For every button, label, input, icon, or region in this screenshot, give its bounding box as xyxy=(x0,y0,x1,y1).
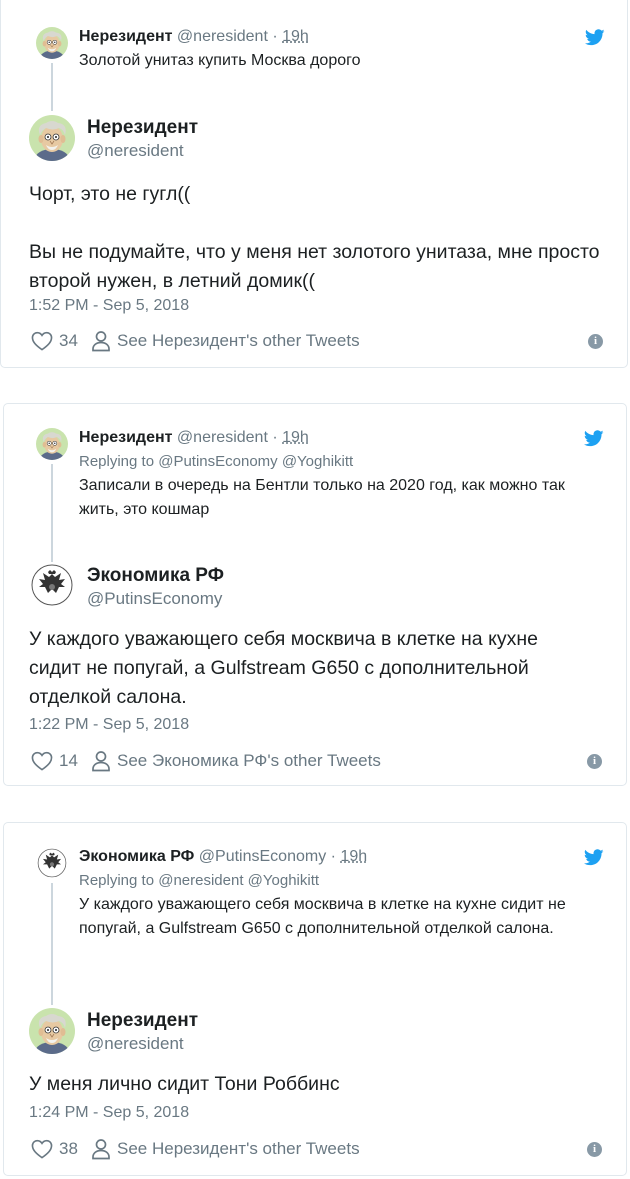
tweet-actions: 14 See Экономика РФ's other Tweets i xyxy=(29,749,602,773)
author-name[interactable]: Нерезидент xyxy=(87,1010,198,1032)
tweet-actions: 34 See Нерезидент's other Tweets i xyxy=(29,329,603,353)
author-name[interactable]: Нерезидент xyxy=(87,117,198,139)
like-count[interactable]: 38 xyxy=(59,1138,78,1160)
avatar[interactable] xyxy=(36,27,68,59)
person-icon[interactable] xyxy=(91,750,111,772)
tweet-actions: 38 See Нерезидент's other Tweets i xyxy=(29,1137,602,1161)
avatar[interactable] xyxy=(29,115,75,161)
author-handle[interactable]: @PutinsEconomy xyxy=(199,848,326,865)
parent-header: Нерезидент @neresident · 19h xyxy=(79,27,309,47)
tweet-text: Чорт, это не гугл(( Вы не подумайте, что… xyxy=(29,180,603,296)
parent-tweet-text: У каждого уважающего себя москвича в кле… xyxy=(79,896,566,937)
twitter-bird-icon[interactable] xyxy=(584,849,604,866)
tweet-timestamp[interactable]: 1:24 PM - Sep 5, 2018 xyxy=(29,1103,189,1123)
info-icon[interactable]: i xyxy=(588,334,603,349)
author-name[interactable]: Нерезидент xyxy=(79,429,172,446)
other-tweets-link[interactable]: See Экономика РФ's other Tweets xyxy=(117,750,381,772)
info-icon[interactable]: i xyxy=(587,754,602,769)
avatar-image xyxy=(36,847,68,879)
author-handle[interactable]: @neresident xyxy=(177,28,268,45)
author-handle[interactable]: @neresident xyxy=(87,1033,184,1055)
tweet-text-line: Вы не подумайте, что у меня нет золотого… xyxy=(29,241,600,292)
tweet-text: У каждого уважающего себя москвича в кле… xyxy=(29,628,538,708)
heart-icon[interactable] xyxy=(31,1139,53,1159)
parent-header: Нерезидент @neresident · 19h xyxy=(79,428,309,448)
other-tweets-link[interactable]: See Нерезидент's other Tweets xyxy=(117,1138,360,1160)
tweet-card: Нерезидент @neresident · 19h Золотой уни… xyxy=(0,0,628,368)
avatar-image xyxy=(29,562,75,608)
tweet-timestamp[interactable]: 1:52 PM - Sep 5, 2018 xyxy=(29,296,189,316)
tweet-text: У меня лично сидит Тони Роббинс xyxy=(29,1073,340,1095)
parent-tweet-text: Золотой унитаз купить Москва дорого xyxy=(79,52,361,69)
tweet-card: Нерезидент @neresident · 19h Replying to… xyxy=(3,403,627,786)
twitter-bird-icon[interactable] xyxy=(585,29,605,46)
parent-header: Экономика РФ @PutinsEconomy · 19h xyxy=(79,847,367,867)
avatar[interactable] xyxy=(29,562,75,608)
person-icon[interactable] xyxy=(91,1138,111,1160)
author-name[interactable]: Экономика РФ xyxy=(79,848,194,865)
tweet-timestamp[interactable]: 1:22 PM - Sep 5, 2018 xyxy=(29,715,189,735)
avatar-image xyxy=(36,27,68,59)
info-icon[interactable]: i xyxy=(587,1142,602,1157)
tweet-time[interactable]: 19h xyxy=(282,28,309,45)
author-handle[interactable]: @neresident xyxy=(177,429,268,446)
author-name[interactable]: Экономика РФ xyxy=(87,565,224,587)
avatar[interactable] xyxy=(29,1008,75,1054)
author-handle[interactable]: @neresident xyxy=(87,140,184,162)
heart-icon[interactable] xyxy=(31,331,53,351)
author-handle[interactable]: @PutinsEconomy xyxy=(87,588,222,610)
parent-tweet-text: Записали в очередь на Бентли только на 2… xyxy=(79,477,565,518)
thread-line xyxy=(51,464,53,562)
like-count[interactable]: 14 xyxy=(59,750,78,772)
replying-to[interactable]: Replying to @PutinsEconomy @Yoghikitt xyxy=(79,452,353,472)
author-name[interactable]: Нерезидент xyxy=(79,28,172,45)
avatar[interactable] xyxy=(36,428,68,460)
person-icon[interactable] xyxy=(91,330,111,352)
thread-line xyxy=(51,63,53,111)
separator-dot: · xyxy=(272,28,278,45)
like-count[interactable]: 34 xyxy=(59,330,78,352)
other-tweets-link[interactable]: See Нерезидент's other Tweets xyxy=(117,330,360,352)
twitter-bird-icon[interactable] xyxy=(584,430,604,447)
avatar-image xyxy=(36,428,68,460)
separator-dot: · xyxy=(272,429,278,446)
replying-to[interactable]: Replying to @neresident @Yoghikitt xyxy=(79,871,319,891)
heart-icon[interactable] xyxy=(31,751,53,771)
thread-line xyxy=(51,883,53,1005)
tweet-time[interactable]: 19h xyxy=(282,429,309,446)
tweet-text-line: Чорт, это не гугл(( xyxy=(29,183,191,205)
tweet-card: Экономика РФ @PutinsEconomy · 19h Replyi… xyxy=(3,822,627,1176)
separator-dot: · xyxy=(330,848,336,865)
avatar[interactable] xyxy=(36,847,68,879)
avatar-image xyxy=(29,1008,75,1054)
avatar-image xyxy=(29,115,75,161)
tweet-time[interactable]: 19h xyxy=(340,848,367,865)
